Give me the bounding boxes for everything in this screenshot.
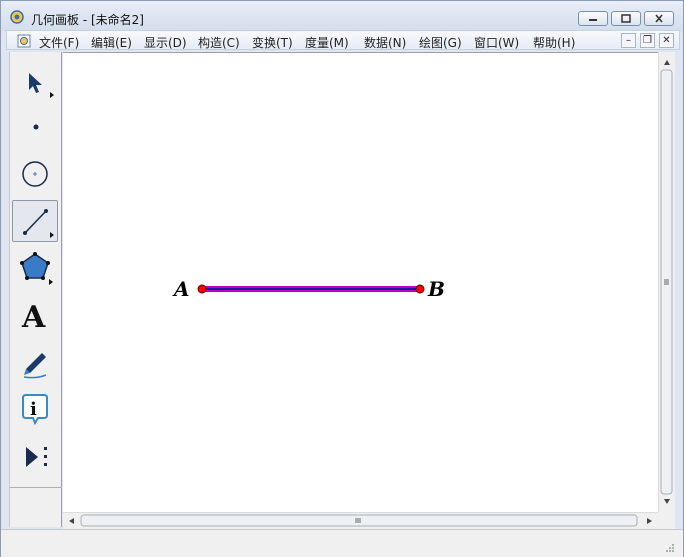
doc-restore-button[interactable]: ❐ [640, 33, 655, 48]
vertical-scrollbar-graphics [660, 60, 673, 504]
sketch-canvas[interactable]: A B [63, 52, 658, 513]
scroll-down-icon[interactable] [664, 499, 670, 504]
doc-minimize-button[interactable]: – [621, 33, 636, 48]
circle-icon [22, 161, 48, 187]
arrow-icon [29, 73, 54, 98]
doc-close-button[interactable]: ✕ [659, 33, 674, 48]
compass-tool[interactable] [12, 153, 58, 195]
point-a[interactable] [197, 284, 207, 294]
minimize-button[interactable] [578, 11, 608, 26]
scroll-up-icon[interactable] [664, 60, 670, 65]
play-menu-icon [26, 447, 47, 467]
info-icon: i [22, 394, 48, 426]
straightedge-tool[interactable] [12, 200, 58, 242]
toolbox-divider [10, 487, 62, 488]
close-icon [655, 14, 663, 23]
information-tool[interactable]: i [12, 388, 58, 430]
menu-display[interactable]: 显示(D) [144, 34, 187, 51]
point-a-label[interactable]: A [174, 277, 190, 301]
point-icon [33, 124, 39, 130]
polygon-tool[interactable] [12, 247, 58, 289]
app-logo-icon [10, 10, 24, 24]
menu-transform[interactable]: 变换(T) [252, 34, 293, 51]
restore-button[interactable] [611, 11, 641, 26]
status-bar [1, 529, 683, 557]
restore-icon: ❐ [643, 35, 652, 46]
horizontal-scrollbar[interactable] [63, 512, 658, 529]
menu-graph[interactable]: 绘图(G) [419, 34, 462, 51]
text-tool[interactable]: A [12, 294, 58, 336]
application-window: 几何画板 - [未命名2] 文件(F) 编辑(E) 显示(D) 构造(C) 变换… [0, 0, 684, 557]
minimize-icon [589, 19, 597, 21]
segment-icon [23, 209, 54, 238]
menu-window[interactable]: 窗口(W) [474, 34, 519, 51]
menu-help[interactable]: 帮助(H) [533, 34, 575, 51]
menu-file[interactable]: 文件(F) [39, 34, 79, 51]
arrow-select-tool[interactable] [12, 60, 58, 102]
sketch-drawing [197, 284, 425, 294]
point-b-label[interactable]: B [428, 277, 445, 301]
resize-grip-icon[interactable] [665, 543, 675, 553]
scrollbar-corner [658, 512, 675, 529]
restore-icon [621, 14, 631, 23]
marker-tool[interactable] [12, 341, 58, 383]
menu-edit[interactable]: 编辑(E) [91, 34, 132, 51]
svg-text:A: A [21, 300, 46, 335]
menu-measure[interactable]: 度量(M) [305, 34, 349, 51]
custom-tool[interactable] [12, 435, 58, 477]
pentagon-icon [20, 252, 53, 285]
point-tool[interactable] [12, 106, 58, 148]
document-icon[interactable] [17, 34, 31, 48]
vertical-scrollbar[interactable] [658, 52, 675, 512]
horizontal-scrollbar-graphics [69, 514, 652, 527]
close-button[interactable] [644, 11, 674, 26]
text-a-icon: A [21, 300, 46, 335]
minimize-icon: – [626, 35, 631, 46]
close-icon: ✕ [662, 35, 671, 46]
scroll-right-icon[interactable] [647, 518, 652, 524]
window-title: 几何画板 - [未命名2] [31, 13, 144, 27]
horizontal-scroll-thumb[interactable] [80, 514, 638, 527]
toolbox: A i [9, 52, 62, 527]
menu-construct[interactable]: 构造(C) [198, 34, 240, 51]
point-b[interactable] [415, 284, 425, 294]
scroll-left-icon[interactable] [69, 518, 74, 524]
menu-data[interactable]: 数据(N) [364, 34, 406, 51]
svg-text:i: i [30, 399, 37, 420]
title-bar[interactable]: 几何画板 - [未命名2] [1, 1, 683, 31]
marker-pen-icon [23, 353, 47, 379]
menu-bar: 文件(F) 编辑(E) 显示(D) 构造(C) 变换(T) 度量(M) 数据(N… [6, 30, 680, 50]
